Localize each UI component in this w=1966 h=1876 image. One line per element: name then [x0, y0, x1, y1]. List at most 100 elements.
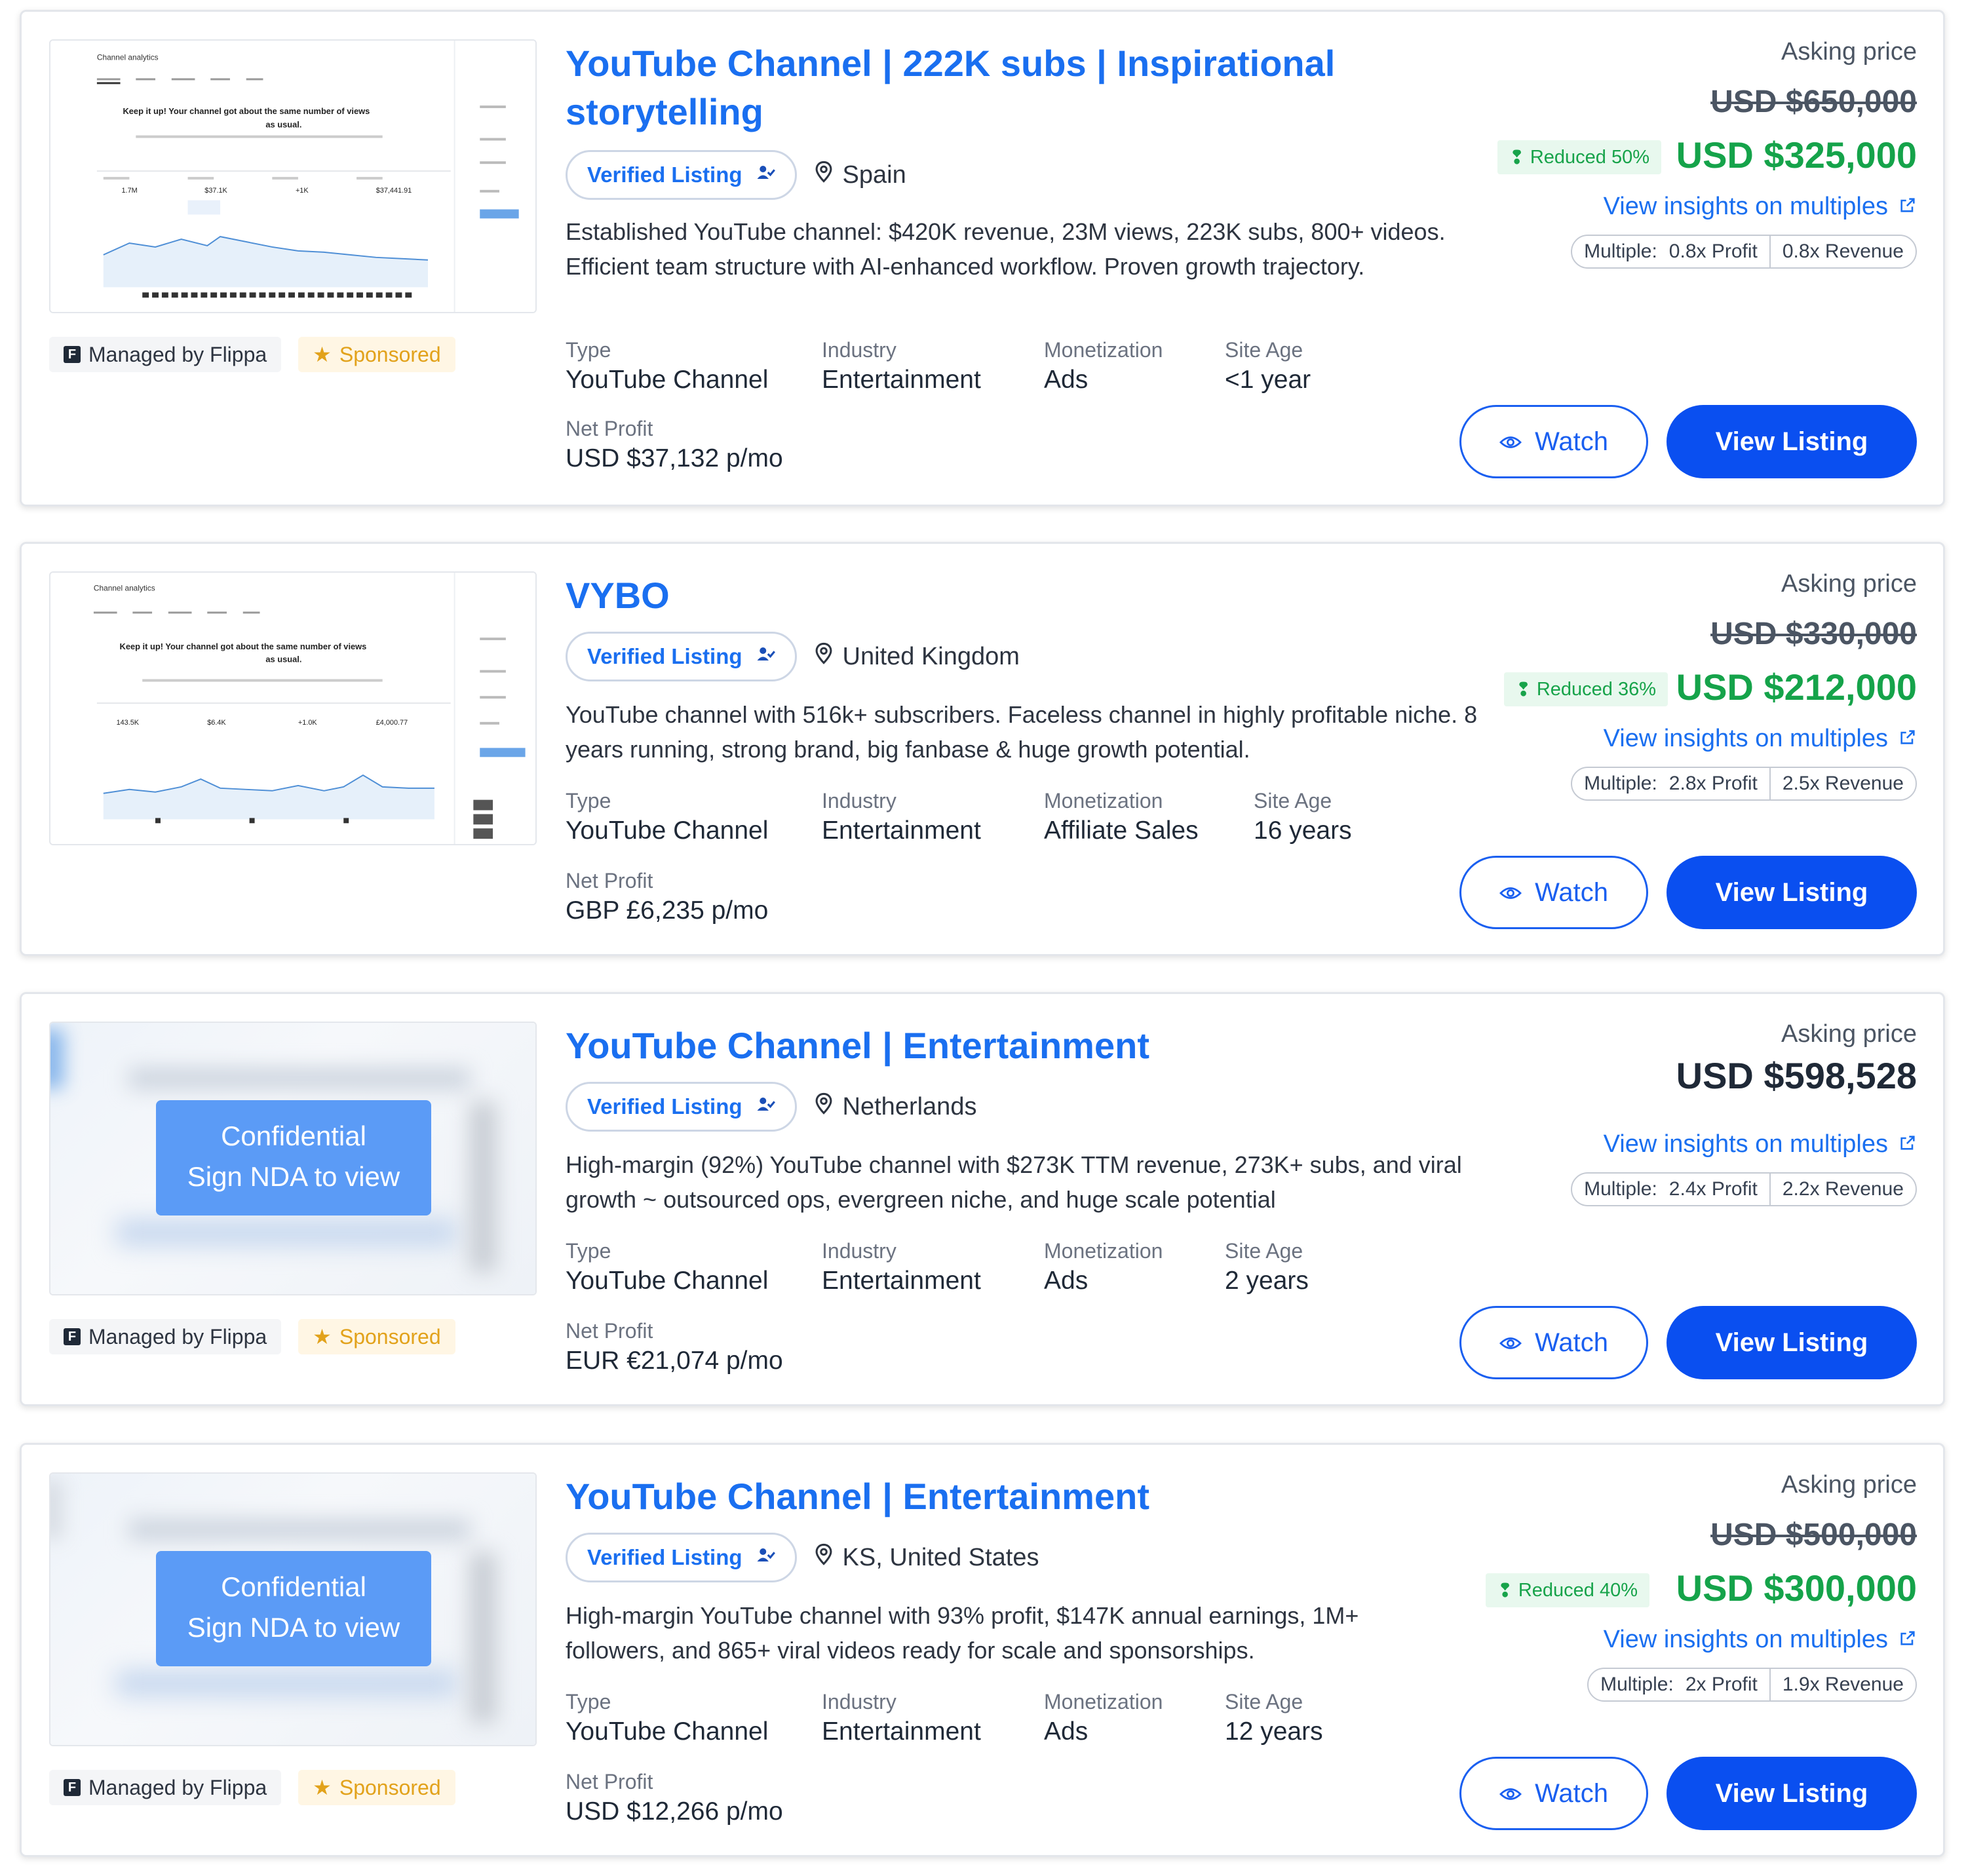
thumb-summary-line2: as usual.: [265, 120, 301, 130]
external-link-icon: [1899, 1130, 1917, 1158]
monetization-value: Ads: [1044, 366, 1089, 394]
type-label: Type: [566, 789, 611, 813]
location-pin-icon: [814, 1092, 834, 1121]
listing-title[interactable]: VYBO: [566, 571, 1444, 620]
view-listing-button[interactable]: View Listing: [1667, 1757, 1917, 1830]
net-profit-value: USD $12,266 p/mo: [566, 1797, 783, 1826]
listing-location: Netherlands: [814, 1092, 976, 1121]
view-listing-button[interactable]: View Listing: [1667, 405, 1917, 478]
listing-description: Established YouTube channel: $420K reven…: [566, 218, 1446, 280]
managed-by-flippa-badge: F Managed by Flippa: [49, 1770, 282, 1805]
listing-card[interactable]: Confidential Sign NDA to view F Managed by…: [20, 992, 1945, 1406]
type-value: YouTube Channel: [566, 1267, 769, 1295]
listing-description: YouTube channel with 516k+ subscribers. …: [566, 701, 1478, 763]
site-age-label: Site Age: [1225, 1690, 1303, 1713]
listing-description: High-margin (92%) YouTube channel with $…: [566, 1151, 1462, 1213]
view-listing-button[interactable]: View Listing: [1667, 856, 1917, 929]
flippa-logo-icon: F: [64, 1328, 81, 1345]
listing-title[interactable]: YouTube Channel | 222K subs | Inspiratio…: [566, 39, 1444, 136]
listing-thumbnail[interactable]: Confidential Sign NDA to view: [49, 1022, 537, 1295]
multiple-pill: Multiple: 2x Profit 1.9x Revenue: [1587, 1668, 1917, 1702]
verified-listing-badge[interactable]: Verified Listing: [566, 632, 797, 681]
verified-listing-badge[interactable]: Verified Listing: [566, 1082, 797, 1132]
star-icon: ★: [313, 1776, 332, 1799]
thumb-heading: Channel analytics: [97, 53, 159, 62]
verified-listing-badge[interactable]: Verified Listing: [566, 1533, 797, 1582]
asking-price-label: Asking price: [1781, 570, 1917, 598]
verified-badge-icon: [756, 1545, 775, 1570]
watch-button[interactable]: Watch: [1459, 405, 1648, 478]
listing-card[interactable]: Channel analytics Keep it up! Your chann…: [20, 10, 1945, 507]
eye-icon: [1499, 878, 1522, 908]
net-profit-value: USD $37,132 p/mo: [566, 444, 783, 472]
original-price: USD $500,000: [1710, 1518, 1917, 1552]
sponsored-badge: ★ Sponsored: [298, 337, 455, 372]
site-age-value: <1 year: [1225, 366, 1311, 394]
type-value: YouTube Channel: [566, 816, 769, 845]
monetization-value: Ads: [1044, 1267, 1089, 1295]
flippa-logo-icon: F: [64, 346, 81, 363]
industry-value: Entertainment: [822, 1717, 981, 1746]
thumb-stat: 143.5K: [117, 719, 140, 727]
location-pin-icon: [814, 161, 834, 189]
listing-location: KS, United States: [814, 1543, 1039, 1572]
watch-button[interactable]: Watch: [1459, 1757, 1648, 1830]
listing-card[interactable]: Channel analytics Keep it up! Your chann…: [20, 542, 1945, 956]
view-insights-link[interactable]: View insights on multiples: [1604, 1626, 1917, 1654]
multiple-pill: Multiple: 2.4x Profit 2.2x Revenue: [1571, 1172, 1917, 1206]
analytics-screenshot: Channel analytics Keep it up! Your chann…: [51, 573, 535, 844]
listing-thumbnail[interactable]: Confidential Sign NDA to view: [49, 1472, 537, 1746]
listing-title[interactable]: YouTube Channel | Entertainment: [566, 1022, 1444, 1070]
watch-button[interactable]: Watch: [1459, 856, 1648, 929]
industry-label: Industry: [822, 789, 896, 813]
thumb-stat: $37,441.91: [376, 187, 412, 195]
asking-price-label: Asking price: [1781, 38, 1917, 66]
net-profit-label: Net Profit: [566, 869, 653, 892]
type-label: Type: [566, 1690, 611, 1713]
net-profit-label: Net Profit: [566, 1770, 653, 1793]
managed-by-flippa-badge: F Managed by Flippa: [49, 337, 282, 372]
industry-label: Industry: [822, 338, 896, 362]
sign-nda-button[interactable]: Confidential Sign NDA to view: [156, 1100, 431, 1216]
verified-badge-icon: [756, 644, 775, 669]
eye-icon: [1499, 1779, 1522, 1809]
monetization-value: Ads: [1044, 1717, 1089, 1746]
analytics-screenshot: Channel analytics Keep it up! Your chann…: [51, 41, 535, 312]
watch-button[interactable]: Watch: [1459, 1306, 1648, 1379]
view-insights-link[interactable]: View insights on multiples: [1604, 1130, 1917, 1158]
reduced-badge: ❢ Reduced 36%: [1503, 672, 1668, 706]
listing-card[interactable]: Confidential Sign NDA to view F Managed by…: [20, 1443, 1945, 1857]
net-profit-label: Net Profit: [566, 1319, 653, 1343]
industry-label: Industry: [822, 1690, 896, 1713]
multiple-pill: Multiple: 2.8x Profit 2.5x Revenue: [1571, 767, 1917, 801]
thumb-summary-line1: Keep it up! Your channel got about the s…: [120, 641, 367, 651]
listing-thumbnail[interactable]: Channel analytics Keep it up! Your chann…: [49, 39, 537, 313]
thumb-stat: 1.7M: [122, 187, 138, 195]
listing-location: Spain: [814, 161, 906, 189]
view-insights-link[interactable]: View insights on multiples: [1604, 193, 1917, 221]
reduced-badge: ❢ Reduced 40%: [1485, 1573, 1649, 1607]
multiple-pill: Multiple: 0.8x Profit 0.8x Revenue: [1571, 235, 1917, 269]
verified-badge-icon: [756, 163, 775, 187]
monetization-label: Monetization: [1044, 338, 1163, 362]
original-price: USD $330,000: [1710, 617, 1917, 651]
site-age-label: Site Age: [1225, 338, 1303, 362]
view-listing-button[interactable]: View Listing: [1667, 1306, 1917, 1379]
site-age-label: Site Age: [1225, 1239, 1303, 1263]
type-value: YouTube Channel: [566, 1717, 769, 1746]
type-value: YouTube Channel: [566, 366, 769, 394]
thumb-summary-line2: as usual.: [265, 655, 301, 664]
listing-thumbnail[interactable]: Channel analytics Keep it up! Your chann…: [49, 571, 537, 845]
listing-location: United Kingdom: [814, 642, 1020, 671]
asking-price: USD $212,000: [1676, 666, 1917, 708]
thumb-stat: £4,000.77: [376, 719, 408, 727]
net-profit-value: EUR €21,074 p/mo: [566, 1347, 783, 1375]
thumb-stat: +1K: [296, 187, 309, 195]
type-label: Type: [566, 1239, 611, 1263]
verified-listing-badge[interactable]: Verified Listing: [566, 150, 797, 200]
location-pin-icon: [814, 1543, 834, 1572]
sign-nda-button[interactable]: Confidential Sign NDA to view: [156, 1551, 431, 1666]
listing-title[interactable]: YouTube Channel | Entertainment: [566, 1472, 1444, 1521]
thumb-summary-line1: Keep it up! Your channel got about the s…: [123, 106, 370, 116]
view-insights-link[interactable]: View insights on multiples: [1604, 725, 1917, 753]
